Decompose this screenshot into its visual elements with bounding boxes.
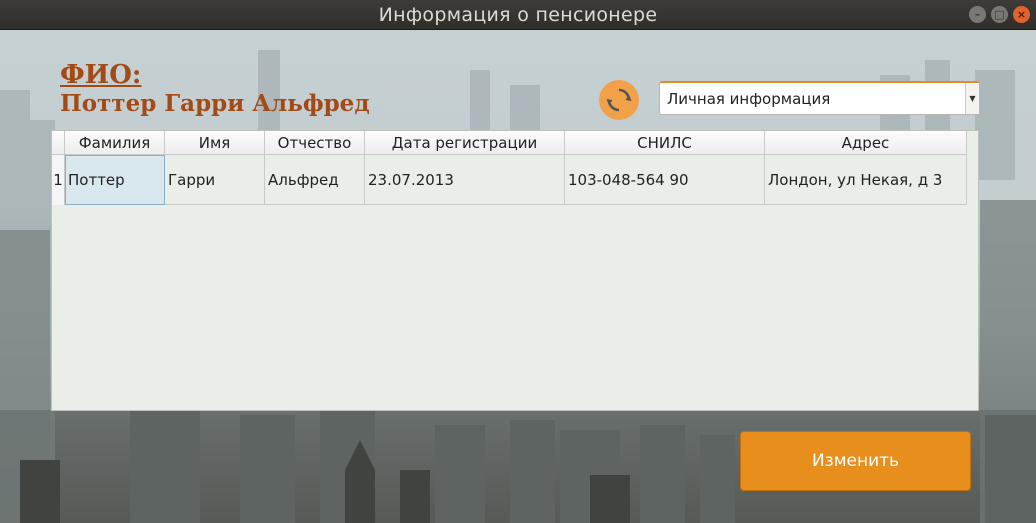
cell-snils[interactable]: 103-048-564 90 [565,155,765,205]
column-header-registration-date[interactable]: Дата регистрации [365,131,565,155]
column-header-address[interactable]: Адрес [765,131,967,155]
close-icon[interactable]: × [1013,6,1030,23]
refresh-button[interactable] [599,80,639,120]
table-row[interactable]: 1 Поттер Гарри Альфред 23.07.2013 103-04… [52,155,967,205]
cell-surname[interactable]: Поттер [65,155,165,205]
minimize-icon[interactable]: – [969,6,986,23]
column-header-name[interactable]: Имя [165,131,265,155]
window-titlebar: Информация о пенсионере – □ × [0,0,1036,30]
row-number[interactable]: 1 [52,155,65,205]
pensioner-table: Фамилия Имя Отчество Дата регистрации СН… [51,130,979,411]
info-category-select[interactable]: Личная информация ▼ [659,81,980,115]
cell-patronymic[interactable]: Альфред [265,155,365,205]
edit-button[interactable]: Изменить [740,431,971,491]
cell-address[interactable]: Лондон, ул Некая, д 3 [765,155,967,205]
window-controls: – □ × [969,6,1030,23]
column-header-snils[interactable]: СНИЛС [565,131,765,155]
cell-name[interactable]: Гарри [165,155,265,205]
chevron-down-icon[interactable]: ▼ [965,83,979,114]
cell-registration-date[interactable]: 23.07.2013 [365,155,565,205]
window-title: Информация о пенсионере [378,4,658,26]
column-header-patronymic[interactable]: Отчество [265,131,365,155]
column-header-surname[interactable]: Фамилия [65,131,165,155]
maximize-icon[interactable]: □ [991,6,1008,23]
table-header: Фамилия Имя Отчество Дата регистрации СН… [52,131,967,155]
pensioner-full-name: Поттер Гарри Альфред [60,90,370,117]
table-corner[interactable] [52,131,65,155]
info-category-selected: Личная информация [667,90,831,108]
refresh-icon [606,88,632,112]
fio-label: ФИО: [60,60,142,90]
